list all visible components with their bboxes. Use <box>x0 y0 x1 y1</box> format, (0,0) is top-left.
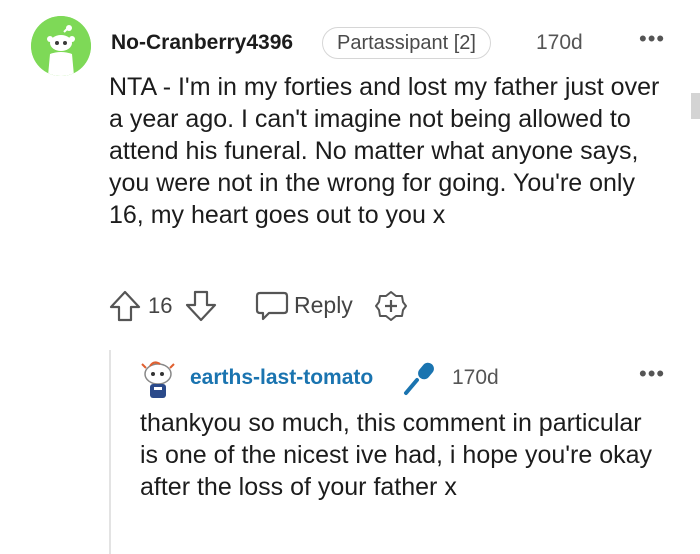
tomato-avatar-icon <box>141 361 175 398</box>
reply-avatar[interactable] <box>140 360 176 400</box>
microphone-icon <box>402 360 438 401</box>
more-options-button[interactable]: ••• <box>639 26 665 52</box>
thread-line[interactable] <box>109 350 111 554</box>
reply-more-options-button[interactable]: ••• <box>639 361 665 387</box>
avatar[interactable] <box>31 16 91 76</box>
upvote-icon[interactable] <box>108 289 142 328</box>
award-icon[interactable] <box>374 289 408 328</box>
reply-label[interactable]: Reply <box>294 292 353 319</box>
reply-icon <box>255 291 289 321</box>
reply-button[interactable] <box>254 289 290 328</box>
reply-author[interactable]: earths-last-tomato <box>190 366 373 390</box>
downvote-icon[interactable] <box>184 289 218 328</box>
snoo-avatar-icon <box>31 16 91 76</box>
user-flair: Partassipant [2] <box>322 27 491 59</box>
comment-body: NTA - I'm in my forties and lost my fath… <box>109 73 660 229</box>
reply-timestamp: 170d <box>452 366 499 389</box>
vote-count: 16 <box>148 293 173 318</box>
comment-author[interactable]: No-Cranberry4396 <box>111 31 293 55</box>
scrollbar[interactable] <box>691 93 700 119</box>
comment-timestamp: 170d <box>536 31 583 54</box>
reply-body: thankyou so much, this comment in partic… <box>140 409 653 501</box>
